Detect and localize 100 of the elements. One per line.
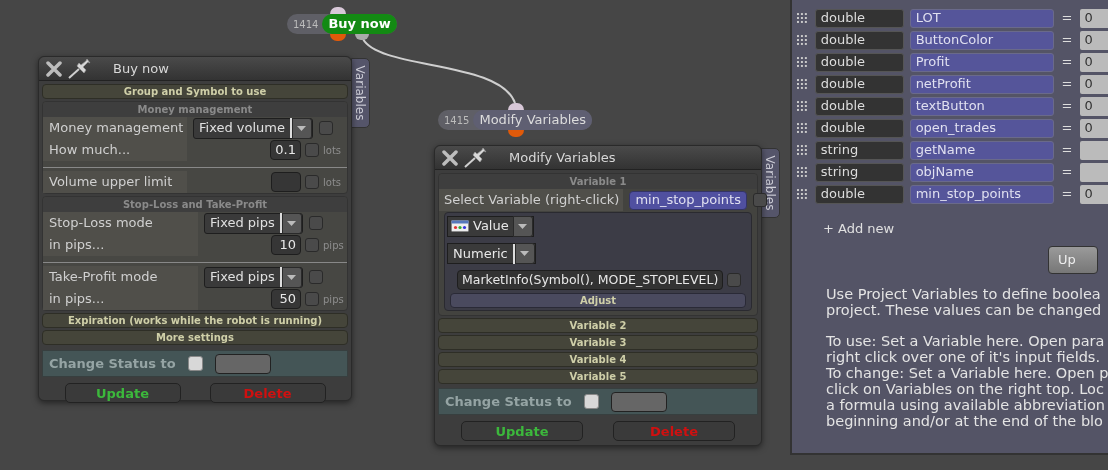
- value-field[interactable]: 0: [1080, 118, 1108, 138]
- name-field[interactable]: ButtonColor: [909, 30, 1054, 50]
- pin-icon[interactable]: [67, 58, 93, 79]
- checkbox[interactable]: [319, 121, 333, 135]
- checkbox[interactable]: [583, 394, 599, 409]
- status-field[interactable]: [610, 391, 667, 412]
- name-field[interactable]: open_trades: [909, 118, 1054, 138]
- checkbox[interactable]: [308, 216, 323, 230]
- value-field[interactable]: 0: [1080, 184, 1108, 204]
- equals-sign: =: [1061, 75, 1073, 94]
- type-field[interactable]: double: [814, 8, 904, 28]
- node-title: Modify Variables: [473, 110, 593, 130]
- section-header[interactable]: Expiration (works while the robot is running): [42, 313, 348, 328]
- update-button[interactable]: Update: [64, 383, 181, 403]
- checkbox[interactable]: [727, 273, 742, 287]
- value-field[interactable]: 0: [1080, 8, 1108, 28]
- window-titlebar[interactable]: Buy now: [39, 57, 351, 81]
- formula-field[interactable]: MarketInfo(Symbol(), MODE_STOPLEVEL): [457, 270, 724, 290]
- field-label: How much...: [43, 139, 187, 161]
- type-field[interactable]: string: [814, 162, 904, 182]
- drag-handle-icon[interactable]: [797, 189, 809, 199]
- section-header[interactable]: Variable 4: [438, 352, 758, 367]
- dropdown[interactable]: Numeric: [447, 243, 536, 265]
- value-field[interactable]: [1080, 140, 1108, 160]
- canvas-node[interactable]: 1415 Modify Variables: [438, 110, 593, 130]
- type-field[interactable]: double: [814, 74, 904, 94]
- checkbox[interactable]: [308, 270, 323, 284]
- checkbox[interactable]: [187, 356, 203, 371]
- node-number: 1414: [292, 17, 320, 32]
- number-field[interactable]: 0.1: [270, 140, 301, 160]
- field-label: in pips...: [43, 288, 198, 310]
- checkbox[interactable]: [305, 292, 319, 306]
- type-field[interactable]: double: [814, 30, 904, 50]
- update-button[interactable]: Update: [461, 421, 583, 441]
- name-field[interactable]: objName: [909, 162, 1054, 182]
- drag-handle-icon[interactable]: [797, 35, 809, 45]
- add-new-link[interactable]: + Add new: [823, 219, 895, 239]
- equals-sign: =: [1061, 163, 1073, 182]
- number-field[interactable]: 10: [271, 235, 301, 255]
- checkbox[interactable]: [305, 238, 319, 252]
- close-icon[interactable]: [45, 60, 63, 77]
- pin-icon[interactable]: [463, 147, 489, 168]
- section-header[interactable]: Variable 5: [438, 369, 758, 384]
- section-header[interactable]: Variable 2: [438, 318, 758, 333]
- name-field[interactable]: min_stop_points: [909, 184, 1054, 204]
- unit-label: lots: [323, 175, 343, 190]
- value-field[interactable]: 0: [1080, 52, 1108, 72]
- value-field[interactable]: 0: [1080, 30, 1108, 50]
- input-port[interactable]: [330, 7, 346, 14]
- output-port[interactable]: [355, 34, 369, 40]
- section-header[interactable]: More settings: [42, 330, 348, 345]
- drag-handle-icon[interactable]: [797, 123, 809, 133]
- drag-handle-icon[interactable]: [797, 79, 809, 89]
- input-port[interactable]: [508, 103, 524, 110]
- drag-handle-icon[interactable]: [797, 57, 809, 67]
- window-titlebar[interactable]: Modify Variables: [435, 146, 761, 170]
- section-header[interactable]: Group and Symbol to use: [42, 84, 348, 99]
- variables-tab[interactable]: Variables: [351, 58, 370, 128]
- field-label: Volume upper limit: [43, 171, 187, 193]
- variable-chip[interactable]: min_stop_points: [629, 190, 747, 210]
- section-header[interactable]: Money management: [43, 102, 347, 117]
- dropdown[interactable]: Value: [447, 215, 534, 237]
- field-label: Select Variable (right-click): [439, 189, 624, 211]
- close-icon[interactable]: [441, 149, 459, 166]
- status-field[interactable]: [214, 353, 271, 374]
- type-field[interactable]: string: [814, 140, 904, 160]
- dropdown[interactable]: Fixed pips: [204, 212, 303, 234]
- section-header[interactable]: Variable 1: [439, 174, 757, 189]
- drag-handle-icon[interactable]: [797, 167, 809, 177]
- help-text: beginning and/or at the end of the blo: [826, 413, 1104, 429]
- adjust-header[interactable]: Adjust: [450, 293, 746, 308]
- number-field[interactable]: [271, 172, 301, 192]
- type-field[interactable]: double: [814, 118, 904, 138]
- checkbox[interactable]: [752, 193, 767, 207]
- name-field[interactable]: textButton: [909, 96, 1054, 116]
- section-header[interactable]: Variable 3: [438, 335, 758, 350]
- value-field[interactable]: [1080, 162, 1108, 182]
- name-field[interactable]: Profit: [909, 52, 1054, 72]
- name-field[interactable]: netProfit: [909, 74, 1054, 94]
- section-header[interactable]: Stop-Loss and Take-Profit: [43, 197, 347, 212]
- drag-handle-icon[interactable]: [797, 145, 809, 155]
- value-field[interactable]: 0: [1080, 74, 1108, 94]
- update-button[interactable]: Up: [1048, 246, 1098, 274]
- drag-handle-icon[interactable]: [797, 13, 809, 23]
- type-field[interactable]: double: [814, 52, 904, 72]
- canvas-node[interactable]: 1414 Buy now: [287, 14, 397, 34]
- checkbox[interactable]: [305, 175, 319, 189]
- dropdown[interactable]: Fixed pips: [204, 266, 303, 288]
- type-field[interactable]: double: [814, 184, 904, 204]
- type-field[interactable]: double: [814, 96, 904, 116]
- checkbox[interactable]: [305, 143, 319, 157]
- output-port[interactable]: [508, 130, 524, 137]
- name-field[interactable]: LOT: [909, 8, 1054, 28]
- number-field[interactable]: 50: [271, 289, 301, 309]
- output-port[interactable]: [330, 34, 346, 41]
- node-title: Buy now: [322, 14, 397, 34]
- dropdown[interactable]: Fixed volume: [193, 117, 313, 139]
- drag-handle-icon[interactable]: [797, 101, 809, 111]
- value-field[interactable]: 0: [1080, 96, 1108, 116]
- name-field[interactable]: getName: [909, 140, 1054, 160]
